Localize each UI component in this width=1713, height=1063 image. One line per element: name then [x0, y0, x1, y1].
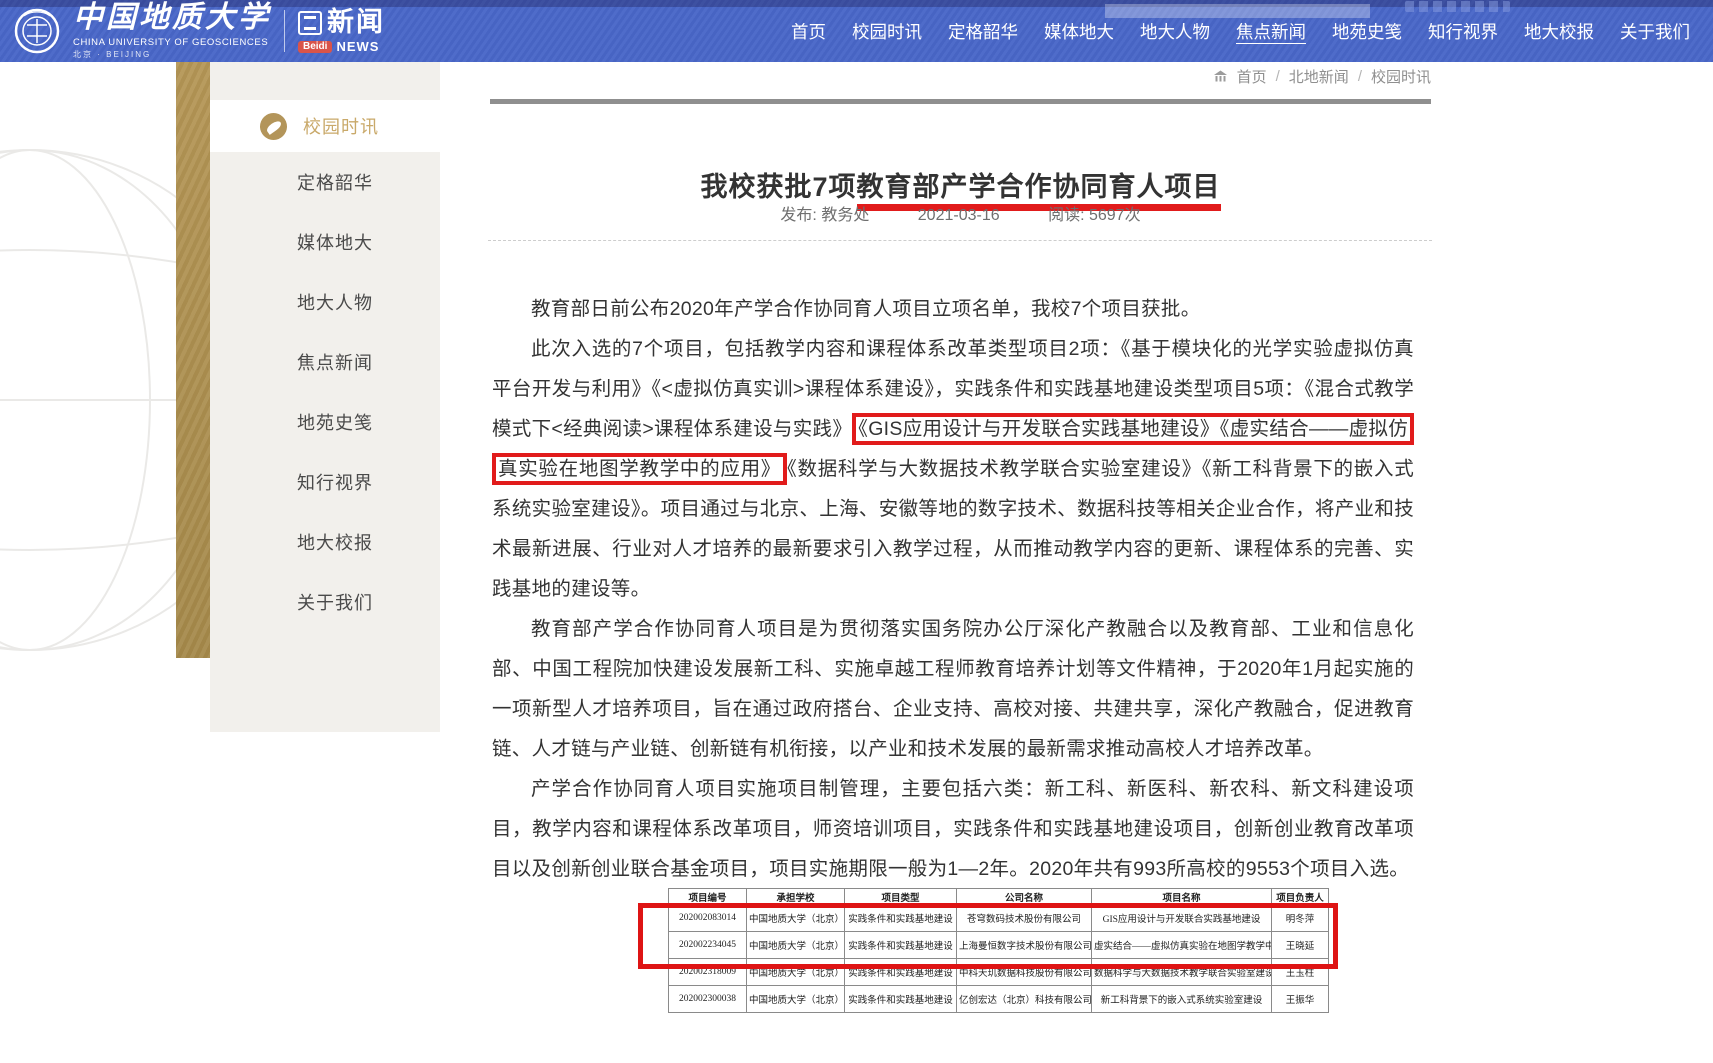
table-cell: 王晓延 [1272, 932, 1329, 959]
views-label: 阅读: [1048, 207, 1089, 224]
sidebar-menu: 定格韶华 媒体地大 地大人物 焦点新闻 地苑史笺 知行视界 地大校报 关于我们 [210, 153, 440, 633]
header-school: 承担学校 [747, 889, 845, 905]
table-cell: 202002234045 [669, 932, 747, 959]
news-logo-zh: 新闻 [327, 9, 385, 36]
paragraph-4: 产学合作协同育人项目实施项目制管理，主要包括六类：新工科、新医科、新农科、新文科… [492, 769, 1414, 889]
brand-divider [284, 10, 285, 52]
title-prefix: 我校获批7项 [700, 172, 856, 202]
brand-name-zh: 中国地质大学 [73, 3, 271, 33]
table-cell: 实践条件和实践基地建设 [845, 959, 957, 986]
sidebar-item-dingge-shaohua[interactable]: 定格韶华 [210, 153, 440, 213]
table-cell: 亿创宏达（北京）科技有限公司 [957, 986, 1092, 1013]
sidebar-item-media-cugb[interactable]: 媒体地大 [210, 213, 440, 273]
paragraph-1: 教育部日前公布2020年产学合作协同育人项目立项名单，我校7个项目获批。 [492, 289, 1414, 329]
header-project-leader: 项目负责人 [1272, 889, 1329, 905]
table-cell: 王振华 [1272, 986, 1329, 1013]
header-company: 公司名称 [957, 889, 1092, 905]
page-title: 我校获批7项教育部产学合作协同育人项目 [490, 165, 1431, 204]
sidebar-item-diyuan-shijian[interactable]: 地苑史笺 [210, 393, 440, 453]
table-cell: 中国地质大学（北京） [747, 986, 845, 1013]
sidebar-item-about-us[interactable]: 关于我们 [210, 573, 440, 633]
sidebar-item-zhixing-shijie[interactable]: 知行视界 [210, 453, 440, 513]
table-cell: 实践条件和实践基地建设 [845, 932, 957, 959]
table-cell: 中国地质大学（北京） [747, 905, 845, 932]
news-badge: Beidi [298, 41, 332, 53]
header-project-id: 项目编号 [669, 889, 747, 905]
table-cell: 实践条件和实践基地建设 [845, 986, 957, 1013]
nav-item-about-us[interactable]: 关于我们 [1607, 19, 1703, 44]
nav-item-diyuan-shijian[interactable]: 地苑史笺 [1319, 19, 1415, 44]
sidebar-item-focus-news[interactable]: 焦点新闻 [210, 333, 440, 393]
sidebar-item-cugb-people[interactable]: 地大人物 [210, 273, 440, 333]
table-cell: 202002083014 [669, 905, 747, 932]
main-nav: 首页 校园时讯 定格韶华 媒体地大 地大人物 焦点新闻 地苑史笺 知行视界 地大… [778, 7, 1703, 55]
top-navbar: 中国地质大学 CHINA UNIVERSITY OF GEOSCIENCES 北… [0, 0, 1713, 62]
news-logo-en: NEWS [336, 40, 379, 53]
breadcrumb-separator: / [1276, 68, 1280, 85]
university-brand[interactable]: 中国地质大学 CHINA UNIVERSITY OF GEOSCIENCES 北… [14, 7, 385, 55]
nav-item-home[interactable]: 首页 [778, 19, 839, 44]
table-cell: 中国地质大学（北京） [747, 932, 845, 959]
breadcrumb-home[interactable]: 首页 [1237, 66, 1267, 87]
breadcrumb-separator: / [1358, 68, 1362, 85]
table-cell: 202002318009 [669, 959, 747, 986]
article-meta: 发布: 教务处 2021-03-16 阅读: 5697次 [490, 201, 1431, 225]
table-cell: 中国地质大学（北京） [747, 959, 845, 986]
nav-item-campus-news[interactable]: 校园时讯 [839, 19, 935, 44]
table-cell: 中科天玑数据科技股份有限公司 [957, 959, 1092, 986]
dashed-separator [488, 240, 1432, 241]
publish-date: 2021-03-16 [918, 207, 1000, 224]
sidebar-item-campus-news-active[interactable]: 校园时讯 [210, 100, 440, 152]
nav-item-cugb-people[interactable]: 地大人物 [1127, 19, 1223, 44]
publisher-field: 发布: 教务处 [780, 207, 869, 224]
publish-label: 发布: [780, 207, 821, 224]
projects-table-wrapper: 项目编号 承担学校 项目类型 公司名称 项目名称 项目负责人 202002083… [668, 888, 1329, 1013]
sidebar-gold-bar [176, 62, 210, 658]
pen-nib-icon [260, 113, 287, 140]
table-row: 202002318009 中国地质大学（北京） 实践条件和实践基地建设 中科天玑… [669, 959, 1329, 986]
header-project-name: 项目名称 [1092, 889, 1272, 905]
table-header-row: 项目编号 承担学校 项目类型 公司名称 项目名称 项目负责人 [669, 889, 1329, 905]
paragraph-2: 此次入选的7个项目，包括教学内容和课程体系改革类型项目2项：《基于模块化的光学实… [492, 329, 1414, 609]
sidebar-item-cugb-paper[interactable]: 地大校报 [210, 513, 440, 573]
views-field: 阅读: 5697次 [1048, 207, 1141, 224]
brand-name-en: CHINA UNIVERSITY OF GEOSCIENCES [73, 38, 271, 48]
table-cell: 新工科背景下的嵌入式系统实验室建设 [1092, 986, 1272, 1013]
brand-name-sub: 北京 · BEIJING [73, 51, 271, 59]
table-cell: 明冬萍 [1272, 905, 1329, 932]
views-value: 5697次 [1089, 207, 1141, 224]
table-cell: 上海曼恒数字技术股份有限公司 [957, 932, 1092, 959]
table-cell: 苍穹数码技术股份有限公司 [957, 905, 1092, 932]
header-project-type: 项目类型 [845, 889, 957, 905]
news-logo-icon [298, 11, 322, 35]
nav-item-media-cugb[interactable]: 媒体地大 [1031, 19, 1127, 44]
table-cell: 王玉柱 [1272, 959, 1329, 986]
article-body: 教育部日前公布2020年产学合作协同育人项目立项名单，我校7个项目获批。 此次入… [492, 289, 1414, 889]
publisher-value: 教务处 [821, 207, 869, 224]
table-row: 202002083014 中国地质大学（北京） 实践条件和实践基地建设 苍穹数码… [669, 905, 1329, 932]
nav-item-dingge-shaohua[interactable]: 定格韶华 [935, 19, 1031, 44]
table-row: 202002234045 中国地质大学（北京） 实践条件和实践基地建设 上海曼恒… [669, 932, 1329, 959]
home-icon [1213, 70, 1228, 83]
table-cell: GIS应用设计与开发联合实践基地建设 [1092, 905, 1272, 932]
paragraph-3: 教育部产学合作协同育人项目是为贯彻落实国务院办公厅深化产教融合以及教育部、工业和… [492, 609, 1414, 769]
table-cell: 202002300038 [669, 986, 747, 1013]
nav-item-focus-news[interactable]: 焦点新闻 [1223, 19, 1319, 44]
breadcrumb-campus-news[interactable]: 校园时讯 [1371, 66, 1431, 87]
brand-text: 中国地质大学 CHINA UNIVERSITY OF GEOSCIENCES 北… [73, 3, 271, 59]
breadcrumb-beidi-news[interactable]: 北地新闻 [1289, 66, 1349, 87]
table-cell: 数据科学与大数据技术教学联合实验室建设 [1092, 959, 1272, 986]
breadcrumb: 首页 / 北地新闻 / 校园时讯 [490, 66, 1431, 87]
table-cell: 实践条件和实践基地建设 [845, 905, 957, 932]
nav-item-cugb-paper[interactable]: 地大校报 [1511, 19, 1607, 44]
table-cell: 虚实结合——虚拟仿真实验在地图学教学中的应用 [1092, 932, 1272, 959]
university-seal-icon [14, 8, 60, 54]
news-site-logo[interactable]: 新闻 Beidi NEWS [298, 9, 385, 53]
content-top-rule [490, 99, 1431, 104]
sidebar-active-label: 校园时讯 [303, 113, 379, 139]
sidebar: 校园时讯 定格韶华 媒体地大 地大人物 焦点新闻 地苑史笺 知行视界 地大校报 … [210, 62, 440, 732]
table-row: 202002300038 中国地质大学（北京） 实践条件和实践基地建设 亿创宏达… [669, 986, 1329, 1013]
projects-table: 项目编号 承担学校 项目类型 公司名称 项目名称 项目负责人 202002083… [668, 888, 1329, 1013]
nav-item-zhixing-shijie[interactable]: 知行视界 [1415, 19, 1511, 44]
